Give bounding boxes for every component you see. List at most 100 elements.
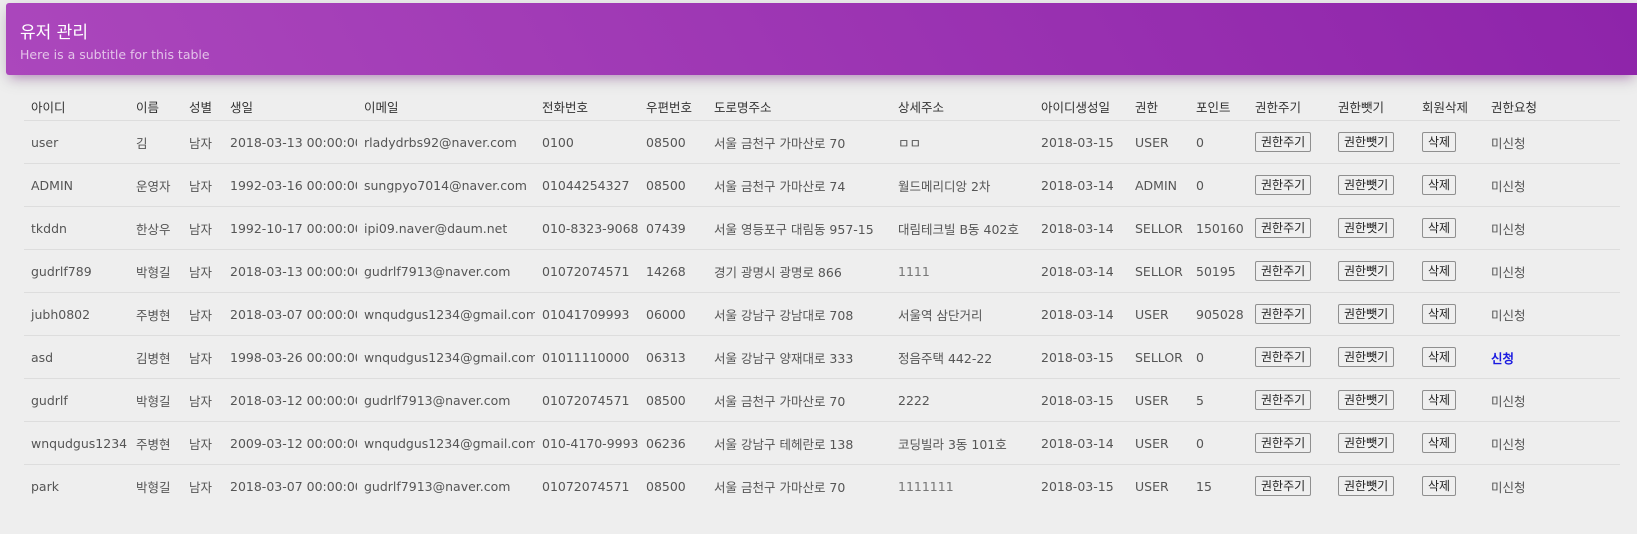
- revoke-button[interactable]: 권한뺏기: [1338, 175, 1395, 195]
- cell-birth: 1992-10-17 00:00:00: [223, 206, 357, 250]
- grant-button[interactable]: 권한주기: [1255, 218, 1312, 238]
- request-status: 미신청: [1491, 221, 1526, 237]
- table-row: asd 김병현 남자 1998-03-26 00:00:00 wnqudgus1234@…: [24, 335, 1620, 379]
- grant-button[interactable]: 권한주기: [1255, 433, 1312, 453]
- delete-button[interactable]: 삭제: [1422, 261, 1457, 281]
- cell-id: gudrlf789: [24, 249, 129, 293]
- revoke-button[interactable]: 권한뺏기: [1338, 347, 1395, 367]
- cell-phone: 01072074571: [535, 249, 639, 293]
- delete-button[interactable]: 삭제: [1422, 476, 1457, 496]
- cell-detail-address: 월드메리디앙 2차: [891, 163, 1034, 207]
- delete-button[interactable]: 삭제: [1422, 132, 1457, 152]
- cell-request: 미신청: [1484, 249, 1620, 293]
- cell-role: SELLOR: [1128, 249, 1189, 293]
- delete-button[interactable]: 삭제: [1422, 218, 1457, 238]
- cell-road-address: 서울 금천구 가마산로 70: [707, 378, 891, 422]
- revoke-button[interactable]: 권한뺏기: [1338, 390, 1395, 410]
- cell-id: ADMIN: [24, 163, 129, 207]
- cell-delete: 삭제: [1415, 378, 1484, 422]
- cell-grant: 권한주기: [1248, 163, 1331, 207]
- col-request: 권한요청: [1484, 92, 1620, 121]
- col-role: 권한: [1128, 92, 1189, 121]
- cell-name: 김: [129, 120, 182, 164]
- revoke-button[interactable]: 권한뺏기: [1338, 261, 1395, 281]
- delete-button[interactable]: 삭제: [1422, 175, 1457, 195]
- revoke-button[interactable]: 권한뺏기: [1338, 476, 1395, 496]
- page-subtitle: Here is a subtitle for this table: [20, 47, 210, 62]
- cell-delete: 삭제: [1415, 335, 1484, 379]
- cell-birth: 2018-03-13 00:00:00: [223, 249, 357, 293]
- revoke-button[interactable]: 권한뺏기: [1338, 433, 1395, 453]
- cell-detail-address: 코딩빌라 3동 101호: [891, 421, 1034, 465]
- cell-revoke: 권한뺏기: [1331, 163, 1415, 207]
- cell-request: 미신청: [1484, 292, 1620, 336]
- grant-button[interactable]: 권한주기: [1255, 132, 1312, 152]
- table-row: gudrlf789 박형길 남자 2018-03-13 00:00:00 gudrlf7…: [24, 249, 1620, 293]
- cell-phone: 010-4170-9993: [535, 421, 639, 465]
- cell-id: asd: [24, 335, 129, 379]
- col-email: 이메일: [357, 92, 535, 121]
- cell-zip: 06313: [639, 335, 707, 379]
- table-row: gudrlf 박형길 남자 2018-03-12 00:00:00 gudrlf7913…: [24, 378, 1620, 422]
- cell-delete: 삭제: [1415, 120, 1484, 164]
- grant-button[interactable]: 권한주기: [1255, 390, 1312, 410]
- cell-gender: 남자: [182, 163, 223, 207]
- table-row: park 박형길 남자 2018-03-07 00:00:00 gudrlf7913@n…: [24, 465, 1620, 508]
- cell-gender: 남자: [182, 206, 223, 250]
- grant-button[interactable]: 권한주기: [1255, 261, 1312, 281]
- delete-button[interactable]: 삭제: [1422, 390, 1457, 410]
- cell-email: wnqudgus1234@gmail.com: [357, 335, 535, 379]
- delete-button[interactable]: 삭제: [1422, 304, 1457, 324]
- cell-grant: 권한주기: [1248, 249, 1331, 293]
- request-status: 미신청: [1491, 393, 1526, 409]
- cell-birth: 2009-03-12 00:00:00: [223, 421, 357, 465]
- cell-road-address: 서울 금천구 가마산로 70: [714, 479, 846, 495]
- request-status: 미신청: [1491, 135, 1526, 151]
- grant-button[interactable]: 권한주기: [1255, 476, 1312, 496]
- cell-revoke: 권한뺏기: [1331, 292, 1415, 336]
- cell-name: 한상우: [129, 206, 182, 250]
- cell-request: 미신청: [1484, 465, 1620, 508]
- col-detail-address: 상세주소: [891, 92, 1034, 121]
- cell-created: 2018-03-15: [1034, 378, 1128, 422]
- request-link[interactable]: 신청: [1491, 351, 1514, 366]
- request-status: 미신청: [1491, 178, 1526, 194]
- table-row: ADMIN 운영자 남자 1992-03-16 00:00:00 sungpyo7014…: [24, 163, 1620, 207]
- cell-role: USER: [1128, 378, 1189, 422]
- cell-role: ADMIN: [1128, 163, 1189, 207]
- cell-role: SELLOR: [1128, 206, 1189, 250]
- revoke-button[interactable]: 권한뺏기: [1338, 132, 1395, 152]
- cell-grant: 권한주기: [1248, 421, 1331, 465]
- grant-button[interactable]: 권한주기: [1255, 347, 1312, 367]
- cell-role: USER: [1128, 421, 1189, 465]
- cell-created: 2018-03-15: [1034, 335, 1128, 379]
- cell-phone: 010-8323-9068: [535, 206, 639, 250]
- cell-id: user: [24, 120, 129, 164]
- delete-button[interactable]: 삭제: [1422, 347, 1457, 367]
- cell-created: 2018-03-14: [1034, 163, 1128, 207]
- delete-button[interactable]: 삭제: [1422, 433, 1457, 453]
- cell-created: 2018-03-15: [1041, 478, 1114, 494]
- page-title: 유저 관리: [20, 23, 88, 43]
- col-phone: 전화번호: [535, 92, 639, 121]
- cell-role: USER: [1128, 120, 1189, 164]
- cell-phone: 01072074571: [542, 478, 630, 494]
- cell-delete: 삭제: [1415, 206, 1484, 250]
- revoke-button[interactable]: 권한뺏기: [1338, 218, 1395, 238]
- cell-revoke: 권한뺏기: [1331, 249, 1415, 293]
- cell-email: gudrlf7913@naver.com: [357, 378, 535, 422]
- cell-name: 박형길: [129, 378, 182, 422]
- col-road-address: 도로명주소: [707, 92, 891, 121]
- cell-revoke: 권한뺏기: [1331, 120, 1415, 164]
- cell-gender: 남자: [182, 292, 223, 336]
- cell-zip: 08500: [646, 478, 686, 494]
- cell-points: 5: [1189, 378, 1248, 422]
- grant-button[interactable]: 권한주기: [1255, 175, 1312, 195]
- grant-button[interactable]: 권한주기: [1255, 304, 1312, 324]
- cell-detail-address: 2222: [891, 378, 1034, 422]
- cell-birth: 2018-03-12 00:00:00: [223, 378, 357, 422]
- cell-created: 2018-03-14: [1034, 421, 1128, 465]
- revoke-button[interactable]: 권한뺏기: [1338, 304, 1395, 324]
- col-gender: 성별: [182, 92, 223, 121]
- cell-email: ipi09.naver@daum.net: [357, 206, 535, 250]
